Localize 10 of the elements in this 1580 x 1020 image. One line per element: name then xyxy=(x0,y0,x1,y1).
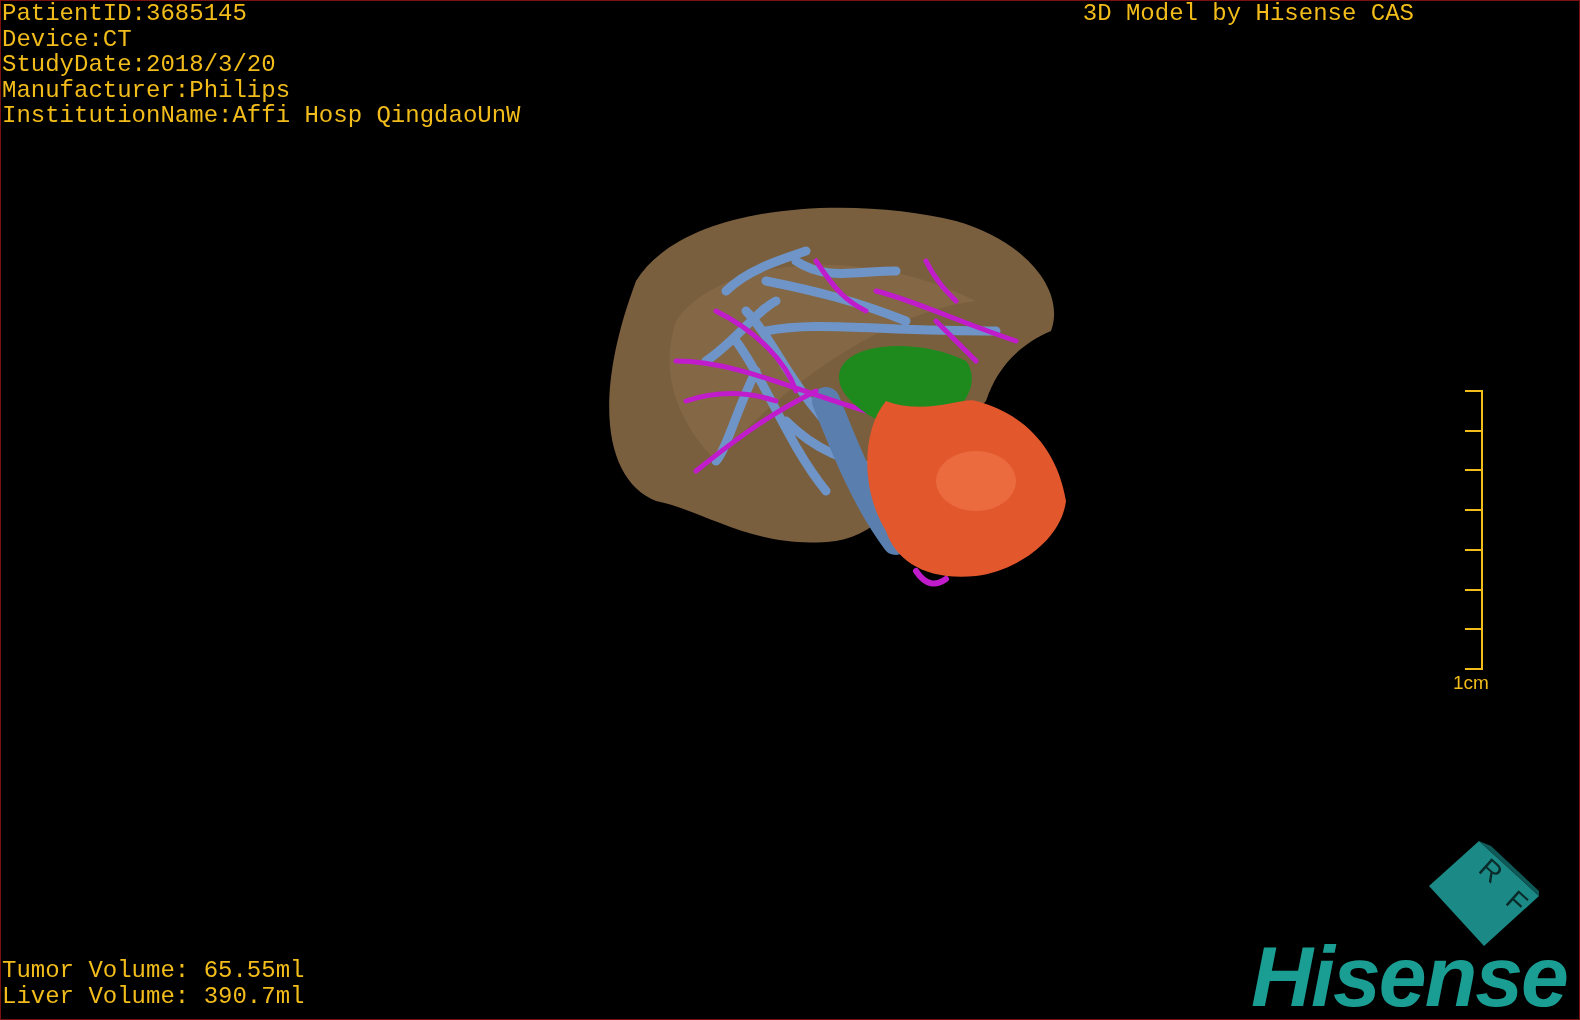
volume-text: Tumor Volume: 65.55ml xyxy=(2,958,305,984)
patient-info-text: Manufacturer:Philips xyxy=(2,77,291,103)
patient-info-text: InstitutionName:Affi Hosp QingdaoUnW xyxy=(2,103,521,129)
volume-text: Liver Volume: 390.7ml xyxy=(2,983,305,1009)
viewer-title: 3D Model by Hisense CAS xyxy=(1082,1,1414,27)
scale-label: 1cm xyxy=(1453,672,1489,694)
patient-info-text: StudyDate:2018/3/20 xyxy=(2,52,276,78)
patient-info-text: PatientID:3685145 xyxy=(2,1,247,27)
brand-logo: Hisense xyxy=(1251,931,1567,1019)
patient-info-text: Device:CT xyxy=(2,26,132,52)
